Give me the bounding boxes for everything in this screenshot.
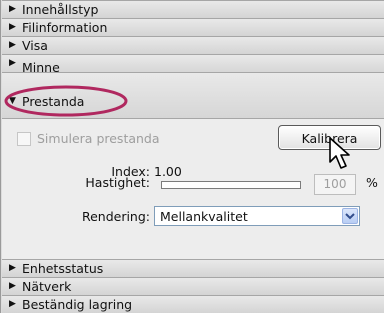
simulate-performance-label: Simulera prestanda — [37, 131, 160, 146]
section-header-natverk[interactable]: ▶ Nätverk — [2, 277, 384, 295]
mouse-pointer-icon — [329, 137, 350, 169]
section-header-visa[interactable]: ▶ Visa — [2, 36, 384, 54]
section-label: Visa — [22, 38, 48, 53]
rendering-select[interactable]: Mellankvalitet — [154, 206, 360, 226]
speed-slider[interactable] — [161, 181, 301, 189]
highlight-ring — [4, 85, 128, 117]
section-label: Innehållstyp — [22, 2, 99, 17]
rendering-label: Rendering: — [81, 209, 150, 224]
section-header-innehallstyp[interactable]: ▶ Innehållstyp — [2, 0, 384, 18]
expand-arrow-icon: ▶ — [9, 299, 16, 309]
chevron-down-icon — [345, 213, 355, 220]
section-label: Filinformation — [22, 20, 108, 35]
section-label: Nätverk — [22, 279, 72, 294]
expand-arrow-icon: ▶ — [9, 40, 16, 50]
simulate-performance-checkbox[interactable] — [17, 132, 31, 146]
prestanda-panel: Simulera prestanda Kalibrera Index: 1.00… — [2, 118, 384, 260]
speed-unit: % — [366, 175, 378, 190]
expand-arrow-icon: ▶ — [9, 22, 16, 32]
section-label: Enhetsstatus — [22, 261, 104, 276]
expand-arrow-icon: ▶ — [9, 281, 16, 291]
expand-arrow-icon: ▶ — [9, 58, 16, 68]
section-header-filinformation[interactable]: ▶ Filinformation — [2, 18, 384, 36]
speed-input[interactable]: 100 — [314, 174, 356, 195]
section-header-bestandig-lagring[interactable]: ▶ Beständig lagring — [2, 295, 384, 313]
expand-arrow-icon: ▶ — [9, 263, 16, 273]
section-header-enhetsstatus[interactable]: ▶ Enhetsstatus — [2, 259, 384, 277]
section-label: Beständig lagring — [22, 297, 133, 312]
section-header-minne[interactable]: ▶ Minne — [2, 54, 384, 74]
speed-label: Hastighet: — [85, 175, 150, 190]
rendering-selected-value: Mellankvalitet — [160, 209, 248, 224]
device-central-panel: ▶ Innehållstyp ▶ Filinformation ▶ Visa ▶… — [0, 0, 384, 313]
expand-arrow-icon: ▶ — [9, 4, 16, 14]
dropdown-button[interactable] — [342, 208, 358, 224]
index-value: 1.00 — [154, 164, 182, 179]
